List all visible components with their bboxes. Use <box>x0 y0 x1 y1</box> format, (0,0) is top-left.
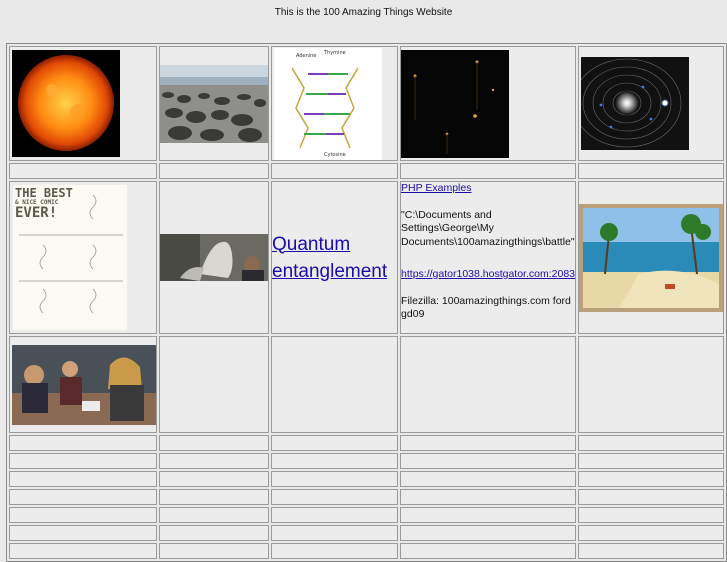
table-cell <box>578 471 724 487</box>
table-row <box>9 453 724 469</box>
dark-space-image[interactable] <box>401 49 510 158</box>
table-cell <box>159 543 269 559</box>
diagram-label-adenine: Adenine <box>296 53 316 59</box>
things-grid: Adenine Thymine Cytosine THE BEST & NICE… <box>6 43 727 562</box>
table-cell <box>9 336 157 433</box>
table-row: Adenine Thymine Cytosine <box>9 46 724 161</box>
table-cell <box>400 336 576 433</box>
sun-image[interactable] <box>12 50 120 157</box>
table-cell <box>159 489 269 505</box>
table-cell <box>578 525 724 541</box>
dna-diagram-image[interactable]: Adenine Thymine Cytosine <box>274 47 382 160</box>
table-cell: Quantum entanglement <box>271 181 399 334</box>
table-cell <box>159 46 269 161</box>
atom-orbit-image[interactable] <box>581 57 689 150</box>
table-cell <box>578 453 724 469</box>
table-cell <box>159 435 269 451</box>
table-cell <box>271 163 399 179</box>
table-cell <box>9 507 157 523</box>
table-row <box>9 471 724 487</box>
table-cell: THE BEST & NICE COMIC EVER! <box>9 181 157 334</box>
table-cell <box>9 489 157 505</box>
table-cell <box>271 435 399 451</box>
table-cell <box>159 163 269 179</box>
table-cell <box>400 435 576 451</box>
table-row <box>9 507 724 523</box>
table-cell <box>578 46 724 161</box>
table-cell <box>9 435 157 451</box>
table-row <box>9 435 724 451</box>
table-cell <box>9 46 157 161</box>
sculpture-photo-image[interactable] <box>160 234 268 281</box>
table-cell <box>9 163 157 179</box>
table-cell <box>271 507 399 523</box>
table-cell <box>271 336 399 433</box>
table-row <box>9 489 724 505</box>
beach-mural-image[interactable] <box>579 203 723 312</box>
hostgator-link[interactable]: https://gator1038.hostgator.com:2083 <box>401 268 575 280</box>
table-row <box>9 525 724 541</box>
table-cell <box>159 471 269 487</box>
table-cell <box>9 525 157 541</box>
table-cell <box>9 471 157 487</box>
diagram-label-cytosine: Cytosine <box>324 152 346 158</box>
table-cell <box>578 435 724 451</box>
stromatolites-image[interactable] <box>160 64 268 143</box>
table-cell <box>400 471 576 487</box>
table-row: THE BEST & NICE COMIC EVER! Quantum enta… <box>9 181 724 334</box>
php-examples-link[interactable]: PHP Examples <box>401 182 471 194</box>
filezilla-text: Filezilla: 100amazingthings.com ford gd0… <box>401 294 571 321</box>
table-cell <box>159 336 269 433</box>
table-cell <box>9 543 157 559</box>
table-cell <box>578 489 724 505</box>
table-cell <box>400 46 576 161</box>
table-cell <box>400 543 576 559</box>
crowd-photo-image[interactable] <box>12 344 156 425</box>
table-cell: Adenine Thymine Cytosine <box>271 46 399 161</box>
table-cell <box>578 336 724 433</box>
notes-cell: PHP Examples "C:\Documents and Settings\… <box>400 181 576 334</box>
table-cell <box>578 163 724 179</box>
comic-panels-sketch <box>19 194 123 314</box>
table-cell <box>400 507 576 523</box>
table-row <box>9 336 724 433</box>
table-cell <box>400 525 576 541</box>
table-row <box>9 163 724 179</box>
table-cell <box>159 525 269 541</box>
table-cell <box>578 543 724 559</box>
table-cell <box>578 181 724 334</box>
table-cell <box>159 181 269 334</box>
table-cell <box>271 543 399 559</box>
quantum-entanglement-link[interactable]: Quantum entanglement <box>272 234 387 282</box>
table-row <box>9 543 724 559</box>
table-cell <box>271 489 399 505</box>
table-cell <box>271 453 399 469</box>
table-cell <box>400 163 576 179</box>
table-cell <box>578 507 724 523</box>
table-cell <box>400 453 576 469</box>
diagram-label-thymine: Thymine <box>323 50 346 56</box>
table-cell <box>9 453 157 469</box>
page-title: This is the 100 Amazing Things Website <box>274 7 453 18</box>
table-cell <box>271 471 399 487</box>
documents-path-text: "C:\Documents and Settings\George\My Doc… <box>401 208 575 248</box>
table-cell <box>400 489 576 505</box>
table-cell <box>159 453 269 469</box>
table-cell <box>159 507 269 523</box>
comic-image[interactable]: THE BEST & NICE COMIC EVER! <box>13 185 127 330</box>
table-cell <box>271 525 399 541</box>
